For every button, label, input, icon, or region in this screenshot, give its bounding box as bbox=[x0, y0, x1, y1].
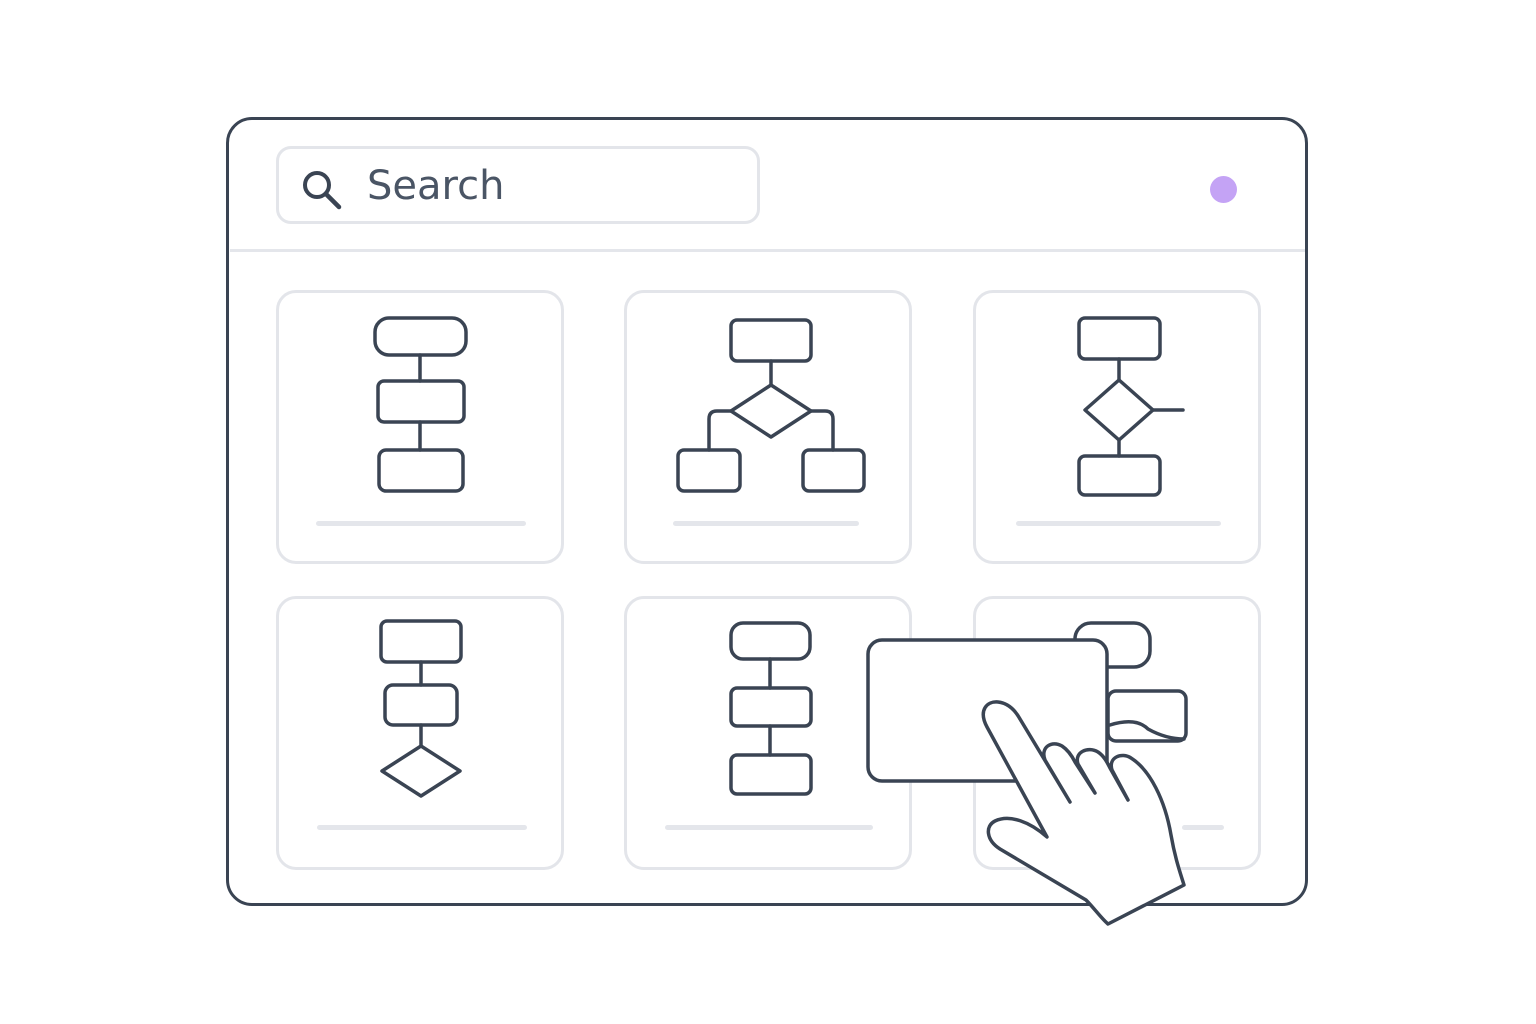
app-stage bbox=[0, 0, 1536, 1024]
flow-step-node bbox=[729, 318, 813, 363]
flow-step-node bbox=[376, 379, 466, 424]
flow-step-node bbox=[729, 621, 812, 661]
flow-connector bbox=[1108, 720, 1186, 741]
header-divider bbox=[230, 249, 1305, 252]
card-caption-placeholder bbox=[1016, 521, 1221, 526]
status-dot bbox=[1210, 176, 1237, 203]
search-box[interactable] bbox=[276, 146, 760, 224]
decision-node bbox=[729, 383, 813, 439]
flow-step-node bbox=[1073, 621, 1152, 669]
step-to-decision-diagram-icon bbox=[379, 619, 463, 798]
template-card-1[interactable] bbox=[276, 290, 564, 564]
flow-step-node bbox=[383, 683, 459, 727]
decision-node bbox=[1083, 378, 1155, 442]
flow-step-node bbox=[1077, 454, 1162, 497]
flow-step-node bbox=[377, 448, 465, 493]
search-icon bbox=[303, 171, 342, 210]
flow-step-node bbox=[373, 316, 468, 357]
vertical-flow-diagram-icon bbox=[729, 621, 813, 796]
search-input[interactable] bbox=[367, 159, 737, 213]
card-caption-placeholder bbox=[316, 521, 526, 526]
card-caption-placeholder bbox=[673, 521, 859, 526]
flow-step-node bbox=[379, 619, 463, 664]
template-card-3[interactable] bbox=[973, 290, 1261, 564]
template-card-4[interactable] bbox=[276, 596, 564, 870]
flow-step-node bbox=[676, 448, 742, 493]
flow-connector bbox=[707, 409, 733, 452]
flow-connector bbox=[809, 409, 835, 452]
template-card-5[interactable] bbox=[624, 596, 912, 870]
card-caption-placeholder bbox=[317, 825, 527, 830]
card-caption-placeholder bbox=[1182, 825, 1224, 830]
flow-step-node bbox=[729, 686, 813, 728]
flow-step-node bbox=[729, 753, 813, 796]
flow-step-node bbox=[1077, 316, 1162, 361]
decision-node bbox=[380, 744, 462, 798]
partial-flow-diagram-icon bbox=[1073, 621, 1188, 743]
flow-step-node bbox=[801, 448, 866, 493]
card-caption-placeholder bbox=[665, 825, 873, 830]
template-card-6[interactable] bbox=[973, 596, 1261, 870]
template-card-2[interactable] bbox=[624, 290, 912, 564]
flow-step-node bbox=[1106, 689, 1188, 743]
